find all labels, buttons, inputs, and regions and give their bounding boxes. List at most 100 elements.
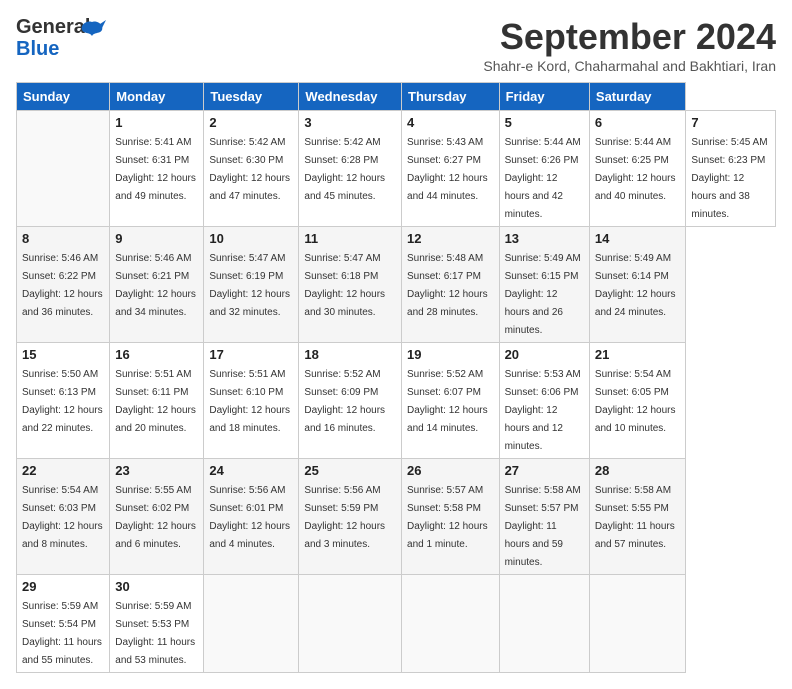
day-info: Sunrise: 5:52 AMSunset: 6:07 PMDaylight:… [407,369,488,434]
calendar-cell: 21 Sunrise: 5:54 AMSunset: 6:05 PMDayligh… [589,343,686,459]
day-number: 12 [407,231,494,246]
day-of-week-header: Monday [110,83,204,111]
calendar-cell: 28 Sunrise: 5:58 AMSunset: 5:55 PMDayligh… [589,459,686,575]
day-info: Sunrise: 5:55 AMSunset: 6:02 PMDaylight:… [115,485,196,550]
calendar-cell: 29 Sunrise: 5:59 AMSunset: 5:54 PMDayligh… [17,575,110,673]
day-number: 22 [22,463,104,478]
calendar-cell: 16 Sunrise: 5:51 AMSunset: 6:11 PMDayligh… [110,343,204,459]
day-info: Sunrise: 5:47 AMSunset: 6:18 PMDaylight:… [304,253,385,318]
day-number: 18 [304,347,396,362]
calendar-week-row: 8 Sunrise: 5:46 AMSunset: 6:22 PMDaylight… [17,227,776,343]
day-number: 23 [115,463,198,478]
day-info: Sunrise: 5:57 AMSunset: 5:58 PMDaylight:… [407,485,488,550]
day-number: 17 [209,347,293,362]
day-of-week-header: Sunday [17,83,110,111]
logo-blue-text: Blue [16,38,59,61]
day-number: 9 [115,231,198,246]
calendar-cell: 25 Sunrise: 5:56 AMSunset: 5:59 PMDayligh… [299,459,402,575]
day-info: Sunrise: 5:51 AMSunset: 6:11 PMDaylight:… [115,369,196,434]
day-info: Sunrise: 5:49 AMSunset: 6:15 PMDaylight:… [505,253,581,336]
calendar-cell [299,575,402,673]
calendar-cell: 6 Sunrise: 5:44 AMSunset: 6:25 PMDaylight… [589,111,686,227]
day-number: 21 [595,347,681,362]
day-of-week-header: Friday [499,83,589,111]
day-number: 27 [505,463,584,478]
logo-bird-icon [78,18,106,46]
day-number: 15 [22,347,104,362]
day-info: Sunrise: 5:54 AMSunset: 6:03 PMDaylight:… [22,485,103,550]
day-info: Sunrise: 5:56 AMSunset: 5:59 PMDaylight:… [304,485,385,550]
day-number: 2 [209,115,293,130]
day-info: Sunrise: 5:58 AMSunset: 5:55 PMDaylight:… [595,485,675,550]
day-info: Sunrise: 5:42 AMSunset: 6:28 PMDaylight:… [304,137,385,202]
calendar-cell: 26 Sunrise: 5:57 AMSunset: 5:58 PMDayligh… [402,459,500,575]
day-number: 3 [304,115,396,130]
month-title: September 2024 [483,16,776,58]
day-number: 5 [505,115,584,130]
calendar-cell: 9 Sunrise: 5:46 AMSunset: 6:21 PMDaylight… [110,227,204,343]
calendar-header-row: SundayMondayTuesdayWednesdayThursdayFrid… [17,83,776,111]
calendar-table: SundayMondayTuesdayWednesdayThursdayFrid… [16,82,776,673]
day-info: Sunrise: 5:45 AMSunset: 6:23 PMDaylight:… [691,137,767,220]
day-info: Sunrise: 5:44 AMSunset: 6:25 PMDaylight:… [595,137,676,202]
calendar-cell: 19 Sunrise: 5:52 AMSunset: 6:07 PMDayligh… [402,343,500,459]
day-number: 29 [22,579,104,594]
day-number: 20 [505,347,584,362]
day-info: Sunrise: 5:42 AMSunset: 6:30 PMDaylight:… [209,137,290,202]
day-number: 8 [22,231,104,246]
day-info: Sunrise: 5:59 AMSunset: 5:53 PMDaylight:… [115,601,195,666]
day-number: 24 [209,463,293,478]
calendar-cell: 7Sunrise: 5:45 AMSunset: 6:23 PMDaylight… [686,111,776,227]
calendar-cell: 30 Sunrise: 5:59 AMSunset: 5:53 PMDayligh… [110,575,204,673]
calendar-cell: 23 Sunrise: 5:55 AMSunset: 6:02 PMDayligh… [110,459,204,575]
calendar-body: 1 Sunrise: 5:41 AMSunset: 6:31 PMDaylight… [17,111,776,673]
day-info: Sunrise: 5:46 AMSunset: 6:21 PMDaylight:… [115,253,196,318]
calendar-cell: 15Sunrise: 5:50 AMSunset: 6:13 PMDayligh… [17,343,110,459]
calendar-cell [204,575,299,673]
day-number: 30 [115,579,198,594]
day-of-week-header: Tuesday [204,83,299,111]
header: General Blue September 2024 Shahr-e Kord… [16,16,776,74]
calendar-cell: 17 Sunrise: 5:51 AMSunset: 6:10 PMDayligh… [204,343,299,459]
calendar-cell: 24Sunrise: 5:56 AMSunset: 6:01 PMDayligh… [204,459,299,575]
title-area: September 2024 Shahr-e Kord, Chaharmahal… [483,16,776,74]
day-info: Sunrise: 5:41 AMSunset: 6:31 PMDaylight:… [115,137,196,202]
day-info: Sunrise: 5:58 AMSunset: 5:57 PMDaylight:… [505,485,581,568]
day-info: Sunrise: 5:47 AMSunset: 6:19 PMDaylight:… [209,253,290,318]
calendar-cell: 12 Sunrise: 5:48 AMSunset: 6:17 PMDayligh… [402,227,500,343]
day-number: 19 [407,347,494,362]
calendar-cell [402,575,500,673]
day-number: 10 [209,231,293,246]
calendar-cell: 2 Sunrise: 5:42 AMSunset: 6:30 PMDaylight… [204,111,299,227]
calendar-cell: 8 Sunrise: 5:46 AMSunset: 6:22 PMDaylight… [17,227,110,343]
calendar-week-row: 15Sunrise: 5:50 AMSunset: 6:13 PMDayligh… [17,343,776,459]
day-number: 25 [304,463,396,478]
day-info: Sunrise: 5:48 AMSunset: 6:17 PMDaylight:… [407,253,488,318]
day-info: Sunrise: 5:59 AMSunset: 5:54 PMDaylight:… [22,601,102,666]
day-info: Sunrise: 5:54 AMSunset: 6:05 PMDaylight:… [595,369,676,434]
day-number: 14 [595,231,681,246]
calendar-week-row: 22 Sunrise: 5:54 AMSunset: 6:03 PMDayligh… [17,459,776,575]
calendar-cell: 20Sunrise: 5:53 AMSunset: 6:06 PMDayligh… [499,343,589,459]
day-number: 28 [595,463,681,478]
day-of-week-header: Saturday [589,83,686,111]
day-number: 1 [115,115,198,130]
calendar-week-row: 1 Sunrise: 5:41 AMSunset: 6:31 PMDaylight… [17,111,776,227]
day-info: Sunrise: 5:43 AMSunset: 6:27 PMDaylight:… [407,137,488,202]
day-number: 11 [304,231,396,246]
empty-cell [17,111,110,227]
day-info: Sunrise: 5:51 AMSunset: 6:10 PMDaylight:… [209,369,290,434]
day-number: 6 [595,115,681,130]
calendar-cell: 14Sunrise: 5:49 AMSunset: 6:14 PMDayligh… [589,227,686,343]
calendar-cell [589,575,686,673]
day-of-week-header: Wednesday [299,83,402,111]
calendar-cell: 5 Sunrise: 5:44 AMSunset: 6:26 PMDaylight… [499,111,589,227]
day-number: 26 [407,463,494,478]
calendar-cell: 13Sunrise: 5:49 AMSunset: 6:15 PMDayligh… [499,227,589,343]
day-number: 16 [115,347,198,362]
day-info: Sunrise: 5:44 AMSunset: 6:26 PMDaylight:… [505,137,581,220]
logo: General Blue [16,16,106,71]
day-info: Sunrise: 5:46 AMSunset: 6:22 PMDaylight:… [22,253,103,318]
calendar-cell [499,575,589,673]
calendar-cell: 18Sunrise: 5:52 AMSunset: 6:09 PMDayligh… [299,343,402,459]
